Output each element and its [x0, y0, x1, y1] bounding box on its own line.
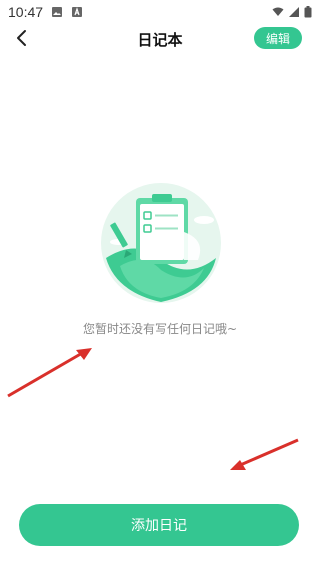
status-time: 10:47 — [8, 4, 44, 20]
battery-icon — [304, 6, 312, 18]
empty-message: 您暂时还没有写任何日记哦~ — [82, 322, 238, 336]
clipboard-empty-icon — [98, 180, 224, 306]
font-icon — [71, 6, 83, 18]
annotation-arrow-down — [230, 438, 299, 470]
header: 日记本 编辑 — [0, 24, 320, 56]
add-diary-button[interactable]: 添加日记 — [19, 504, 299, 546]
annotation-arrow-up — [7, 348, 92, 398]
signal-icon — [288, 6, 300, 18]
status-left: 10:47 — [8, 4, 83, 20]
status-bar: 10:47 — [0, 0, 320, 24]
edit-button[interactable]: 编辑 — [254, 27, 302, 49]
wifi-icon — [272, 6, 284, 18]
status-right — [272, 6, 312, 18]
image-icon — [51, 6, 63, 18]
